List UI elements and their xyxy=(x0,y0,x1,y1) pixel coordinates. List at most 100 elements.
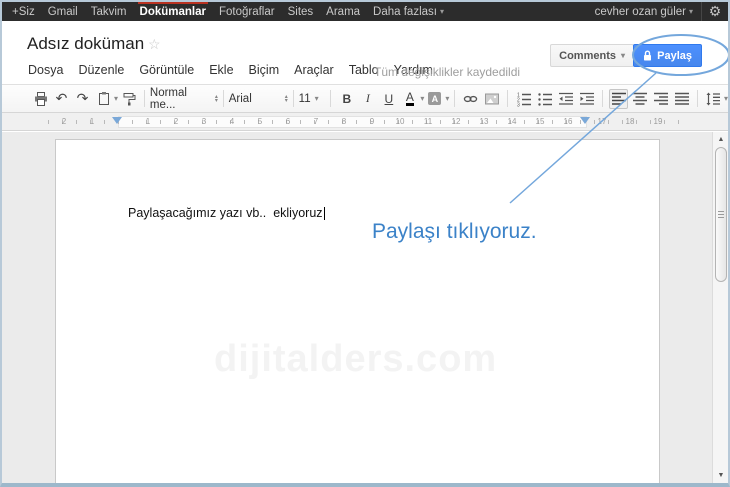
justify-button[interactable] xyxy=(672,89,691,109)
chevron-down-icon: ▾ xyxy=(620,51,625,60)
ruler-number: 2 xyxy=(61,117,67,126)
styles-dropdown[interactable]: Normal me... ▴ ▾ xyxy=(150,87,218,111)
chevron-down-icon[interactable]: ▾ xyxy=(114,94,118,103)
insert-link-button[interactable] xyxy=(461,89,480,109)
text-color-button[interactable]: A xyxy=(400,89,419,109)
scroll-down-arrow-icon[interactable]: ▼ xyxy=(713,470,728,481)
chevron-down-icon[interactable]: ▾ xyxy=(724,94,728,103)
menu-dosya[interactable]: Dosya xyxy=(28,63,63,77)
settings-gear-button[interactable]: ⚙ xyxy=(701,2,728,21)
italic-button[interactable]: I xyxy=(358,89,377,109)
bulleted-list-button[interactable] xyxy=(535,89,554,109)
paint-format-icon xyxy=(123,92,136,105)
font-size-dropdown[interactable]: 11 ▾ xyxy=(299,93,326,105)
insert-image-button[interactable] xyxy=(482,89,501,109)
google-docs-window: +Siz Gmail Takvim Dokümanlar Fotoğraflar… xyxy=(0,0,730,487)
increase-indent-button[interactable] xyxy=(577,89,596,109)
ruler-number: 12 xyxy=(451,117,461,126)
ruler-number: 14 xyxy=(507,117,517,126)
underline-icon: U xyxy=(384,91,394,106)
bold-button[interactable]: B xyxy=(337,89,356,109)
highlight-color-button[interactable]: A xyxy=(425,89,444,109)
topbar-item-dokumanlar[interactable]: Dokümanlar xyxy=(137,2,208,21)
right-indent-marker[interactable] xyxy=(580,117,590,124)
vertical-scrollbar[interactable]: ▲ ▼ xyxy=(712,132,728,483)
underline-button[interactable]: U xyxy=(379,89,398,109)
topbar-item-fotograflar[interactable]: Fotoğraflar xyxy=(217,2,277,21)
ruler-number: 2 xyxy=(173,117,179,126)
ruler-number: 13 xyxy=(479,117,489,126)
scroll-up-arrow-icon[interactable]: ▲ xyxy=(713,134,728,145)
align-left-button[interactable] xyxy=(609,88,629,109)
toolbar-separator xyxy=(330,90,332,107)
share-button[interactable]: Paylaş xyxy=(633,44,702,67)
ruler-number: 3 xyxy=(201,117,207,126)
topbar-account: cevher ozan güler ▾ ⚙ xyxy=(587,2,728,21)
stepper-icon: ▴ ▾ xyxy=(284,93,288,104)
menu-goruntule[interactable]: Görüntüle xyxy=(139,63,194,77)
undo-icon: ↶ xyxy=(55,90,68,106)
justify-icon xyxy=(674,92,689,105)
chevron-down-icon[interactable]: ▾ xyxy=(445,94,449,103)
chevron-down-icon: ▾ xyxy=(688,7,693,16)
undo-button[interactable]: ↶ xyxy=(52,89,71,109)
ruler-number: 10 xyxy=(395,117,405,126)
line-spacing-icon xyxy=(706,92,721,105)
ruler-number: 15 xyxy=(535,117,545,126)
document-title[interactable]: Adsız doküman xyxy=(27,34,144,54)
left-indent-marker[interactable] xyxy=(112,117,122,124)
scrollbar-thumb[interactable] xyxy=(715,147,727,282)
ruler-number: 17 xyxy=(597,117,607,126)
align-right-button[interactable] xyxy=(651,89,670,109)
topbar-item-daha-fazlasi[interactable]: Daha fazlası ▾ xyxy=(371,2,446,21)
line-spacing-button[interactable] xyxy=(704,89,723,109)
topbar-nav: +Siz Gmail Takvim Dokümanlar Fotoğraflar… xyxy=(2,2,446,21)
topbar-item-plus-siz[interactable]: +Siz xyxy=(10,2,37,21)
italic-icon: I xyxy=(365,91,370,105)
toolbar-separator xyxy=(222,90,224,107)
increase-indent-icon xyxy=(579,92,594,105)
document-text[interactable]: Paylaşacağımız yazı vb.. ekliyoruz xyxy=(128,206,325,220)
document-page[interactable]: dijitalders.com Paylaşacağımız yazı vb..… xyxy=(55,139,660,483)
bulleted-list-icon xyxy=(537,92,552,106)
align-center-button[interactable] xyxy=(630,89,649,109)
paint-format-button[interactable] xyxy=(119,89,138,109)
menu-bicim[interactable]: Biçim xyxy=(249,63,280,77)
chevron-down-icon[interactable]: ▾ xyxy=(420,94,424,103)
chevron-down-icon: ▾ xyxy=(314,94,319,103)
ruler[interactable]: 2 1 1 2 3 4 5 6 7 8 9 10 11 12 13 14 15 … xyxy=(2,113,728,131)
numbered-list-button[interactable]: 123 xyxy=(514,89,533,109)
menu-araclar[interactable]: Araçlar xyxy=(294,63,334,77)
account-menu[interactable]: cevher ozan güler ▾ xyxy=(587,2,701,21)
redo-button[interactable]: ↷ xyxy=(73,89,92,109)
print-icon xyxy=(34,91,47,106)
comments-button[interactable]: Comments ▾ xyxy=(550,44,634,67)
redo-icon: ↷ xyxy=(76,90,89,106)
topbar-item-arama[interactable]: Arama xyxy=(324,2,362,21)
toolbar-separator xyxy=(602,90,604,107)
paste-button[interactable] xyxy=(94,89,113,109)
document-area: dijitalders.com Paylaşacağımız yazı vb..… xyxy=(2,132,728,483)
topbar-item-takvim[interactable]: Takvim xyxy=(89,2,129,21)
menu-ekle[interactable]: Ekle xyxy=(209,63,233,77)
bold-icon: B xyxy=(342,91,352,106)
styles-value: Normal me... xyxy=(149,86,187,111)
menu-duzenle[interactable]: Düzenle xyxy=(78,63,124,77)
document-header: Adsız doküman ☆ Comments ▾ Paylaş Dosya … xyxy=(2,21,728,84)
font-dropdown[interactable]: Arial ▴ ▾ xyxy=(229,93,288,105)
topbar-item-gmail[interactable]: Gmail xyxy=(46,2,80,21)
ruler-number: 19 xyxy=(653,117,663,126)
star-icon[interactable]: ☆ xyxy=(148,36,161,53)
align-center-icon xyxy=(632,92,647,105)
save-status: Tüm değişiklikler kaydedildi xyxy=(374,65,521,79)
highlight-color-icon: A xyxy=(428,92,442,105)
decrease-indent-button[interactable] xyxy=(556,89,575,109)
insert-link-icon xyxy=(464,95,478,102)
ruler-number: 11 xyxy=(423,117,433,126)
ruler-number: 4 xyxy=(229,117,235,126)
watermark: dijitalders.com xyxy=(214,338,498,380)
account-name: cevher ozan güler xyxy=(594,5,686,18)
google-topbar: +Siz Gmail Takvim Dokümanlar Fotoğraflar… xyxy=(2,2,728,21)
print-button[interactable] xyxy=(31,89,50,109)
topbar-item-sites[interactable]: Sites xyxy=(286,2,316,21)
